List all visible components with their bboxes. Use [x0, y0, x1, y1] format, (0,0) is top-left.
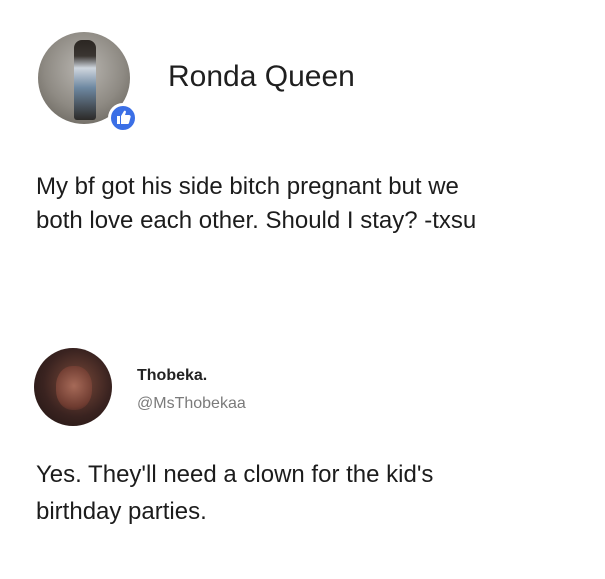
tweet-author-name[interactable]: Thobeka. [137, 367, 207, 385]
tweet-author-handle[interactable]: @MsThobekaa [137, 395, 246, 413]
facebook-post-card: Ronda Queen My bf got his side bitch pre… [0, 0, 605, 300]
post-body-text: My bf got his side bitch pregnant but we… [36, 170, 591, 238]
post-text-line: both love each other. Should I stay? -tx… [36, 207, 477, 234]
thumbs-up-icon [108, 103, 138, 133]
tweet-text-line: Yes. They'll need a clown for the kid's [36, 461, 434, 488]
tweet-text-line: birthday parties. [36, 498, 207, 525]
avatar-photo-face [56, 366, 92, 410]
profile-avatar-thobeka[interactable] [34, 348, 112, 426]
post-author-name[interactable]: Ronda Queen [168, 60, 355, 94]
tweet-card: Thobeka. @MsThobekaa Yes. They'll need a… [0, 320, 605, 579]
tweet-body-text: Yes. They'll need a clown for the kid's … [36, 456, 591, 530]
post-text-line: My bf got his side bitch pregnant but we [36, 173, 459, 200]
avatar-photo-figure [74, 40, 96, 120]
